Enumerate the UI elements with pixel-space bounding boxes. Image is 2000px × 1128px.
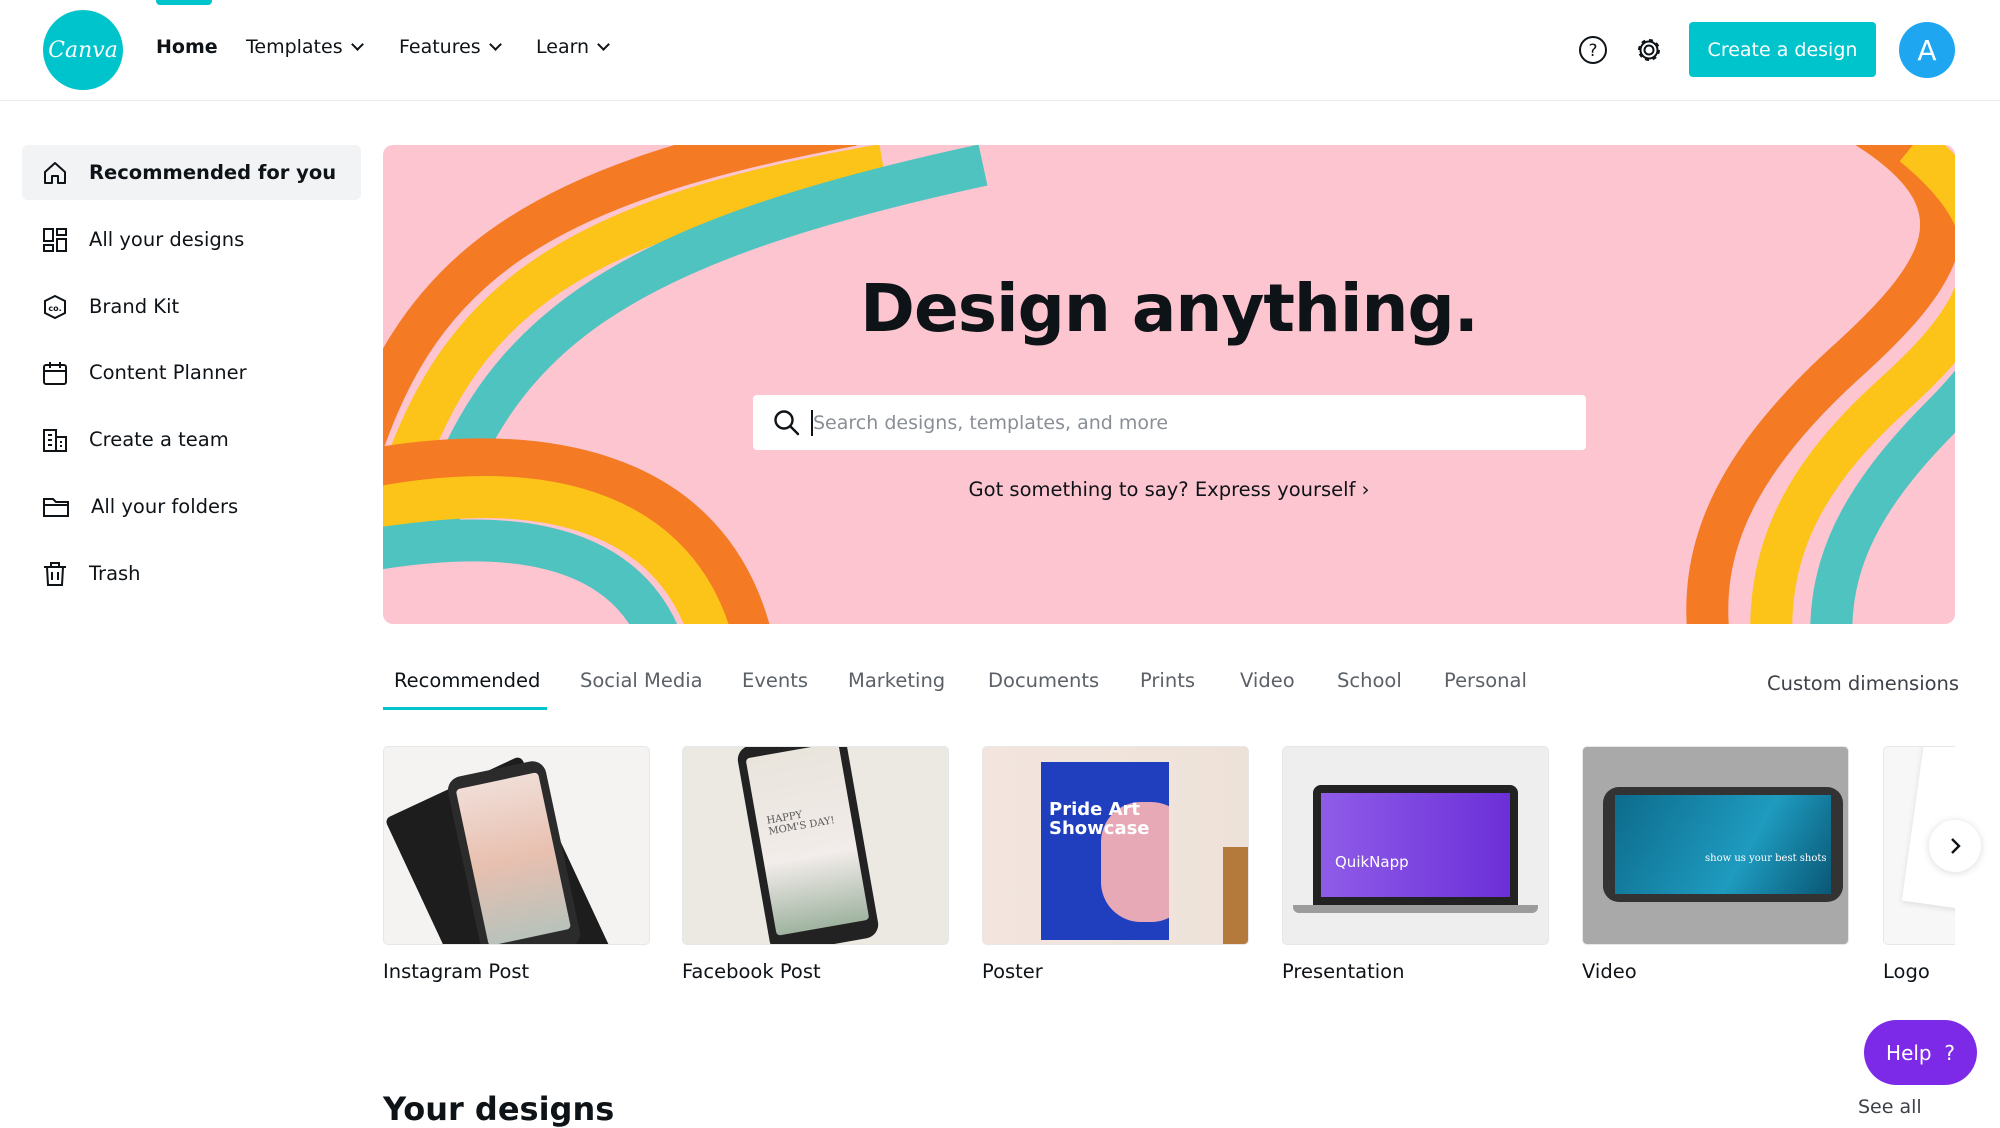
next-carousel-button[interactable]	[1929, 820, 1981, 872]
tab-prints[interactable]: Prints	[1140, 669, 1195, 692]
tab-documents[interactable]: Documents	[988, 669, 1099, 692]
search-placeholder: Search designs, templates, and more	[813, 411, 1169, 434]
card-label[interactable]: Facebook Post	[682, 960, 821, 983]
chevron-down-icon	[597, 38, 610, 51]
create-design-button[interactable]: Create a design	[1689, 22, 1876, 77]
chevron-right-icon	[1951, 838, 1961, 854]
tab-video[interactable]: Video	[1240, 669, 1295, 692]
poster-image: Pride Art Showcase	[1041, 762, 1169, 940]
express-yourself-link[interactable]: Got something to say? Express yourself ›	[383, 478, 1955, 501]
card-presentation[interactable]: QuikNapp	[1282, 746, 1549, 945]
thumb-text: show us your best shots	[1615, 795, 1831, 894]
sidebar-item-all-designs[interactable]: All your designs	[22, 212, 361, 267]
svg-text:?: ?	[1588, 41, 1597, 61]
card-label[interactable]: Instagram Post	[383, 960, 529, 983]
sidebar-item-label: All your designs	[89, 228, 245, 251]
sidebar-item-label: Recommended for you	[89, 161, 337, 184]
brand-kit-icon: co.	[44, 294, 66, 319]
svg-text:co.: co.	[48, 304, 61, 313]
laptop-image: QuikNapp	[1313, 785, 1518, 905]
nav-features-label: Features	[399, 36, 481, 58]
nav-home[interactable]: Home	[156, 36, 218, 58]
sidebar-item-label: Create a team	[89, 428, 229, 451]
sidebar-item-label: Content Planner	[89, 361, 247, 384]
tab-recommended[interactable]: Recommended	[394, 669, 540, 692]
pencil-cup	[1223, 847, 1248, 944]
nav-features[interactable]: Features	[399, 36, 502, 58]
active-nav-indicator	[156, 0, 212, 5]
folder-icon	[43, 497, 69, 517]
hero-title: Design anything.	[860, 270, 1479, 347]
thumb-text: HAPPY MOM'S DAY!	[745, 747, 870, 936]
tab-events[interactable]: Events	[742, 669, 808, 692]
nav-home-label: Home	[156, 36, 218, 58]
tab-school[interactable]: School	[1337, 669, 1402, 692]
sidebar-item-label: All your folders	[91, 495, 239, 518]
question-circle-icon[interactable]: ?	[1578, 35, 1608, 65]
top-header: Canva Home Templates Features Learn ? Cr…	[0, 0, 2000, 101]
canva-logo[interactable]: Canva	[43, 10, 123, 90]
search-input[interactable]: Search designs, templates, and more	[753, 395, 1586, 450]
sidebar-item-trash[interactable]: Trash	[22, 546, 361, 601]
tab-social-media[interactable]: Social Media	[580, 669, 703, 692]
your-designs-heading: Your designs	[383, 1090, 615, 1128]
card-video[interactable]: show us your best shots	[1582, 746, 1849, 945]
nav-learn[interactable]: Learn	[536, 36, 610, 58]
sidebar-item-content-planner[interactable]: Content Planner	[22, 345, 361, 400]
sidebar-item-label: Trash	[89, 562, 141, 585]
sidebar-item-brand-kit[interactable]: co. Brand Kit	[22, 279, 361, 334]
chevron-down-icon	[350, 38, 364, 51]
thumb-text: QuikNapp	[1321, 793, 1510, 897]
active-tab-underline	[383, 707, 547, 710]
sidebar-item-recommended[interactable]: Recommended for you	[22, 145, 361, 200]
hero-banner: Design anything. Search designs, templat…	[383, 145, 1955, 624]
nav-templates[interactable]: Templates	[246, 36, 364, 58]
home-icon	[44, 161, 66, 184]
sidebar-item-create-team[interactable]: Create a team	[22, 412, 361, 467]
card-poster[interactable]: Pride Art Showcase	[982, 746, 1249, 945]
card-instagram-post[interactable]	[383, 746, 650, 945]
phone-image: show us your best shots	[1603, 787, 1843, 902]
phone-image: HAPPY MOM'S DAY!	[735, 747, 881, 944]
avatar[interactable]: A	[1899, 22, 1955, 78]
laptop-base	[1293, 905, 1538, 913]
rainbow-decoration	[383, 145, 1955, 624]
grid-icon	[43, 227, 67, 252]
thumb-text: Pride Art Showcase	[1049, 799, 1150, 839]
see-all-link[interactable]: See all	[1858, 1096, 1922, 1118]
search-icon	[774, 409, 800, 435]
trash-icon	[44, 561, 66, 586]
nav-templates-label: Templates	[246, 36, 343, 58]
building-icon	[43, 428, 67, 452]
card-facebook-post[interactable]: HAPPY MOM'S DAY!	[682, 746, 949, 945]
custom-dimensions-button[interactable]: Custom dimensions	[1767, 672, 1959, 695]
tab-marketing[interactable]: Marketing	[848, 669, 945, 692]
card-label[interactable]: Presentation	[1282, 960, 1404, 983]
nav-learn-label: Learn	[536, 36, 590, 58]
tab-personal[interactable]: Personal	[1444, 669, 1527, 692]
help-label: Help ?	[1886, 1040, 1955, 1065]
card-label[interactable]: Logo	[1883, 960, 1930, 983]
chevron-down-icon	[488, 38, 502, 51]
help-button[interactable]: Help ?	[1864, 1020, 1977, 1085]
sidebar-item-folders[interactable]: All your folders	[22, 479, 361, 534]
calendar-icon	[43, 361, 67, 385]
gear-icon[interactable]	[1634, 35, 1664, 65]
card-label[interactable]: Video	[1582, 960, 1637, 983]
sidebar-item-label: Brand Kit	[89, 295, 180, 318]
card-label[interactable]: Poster	[982, 960, 1043, 983]
